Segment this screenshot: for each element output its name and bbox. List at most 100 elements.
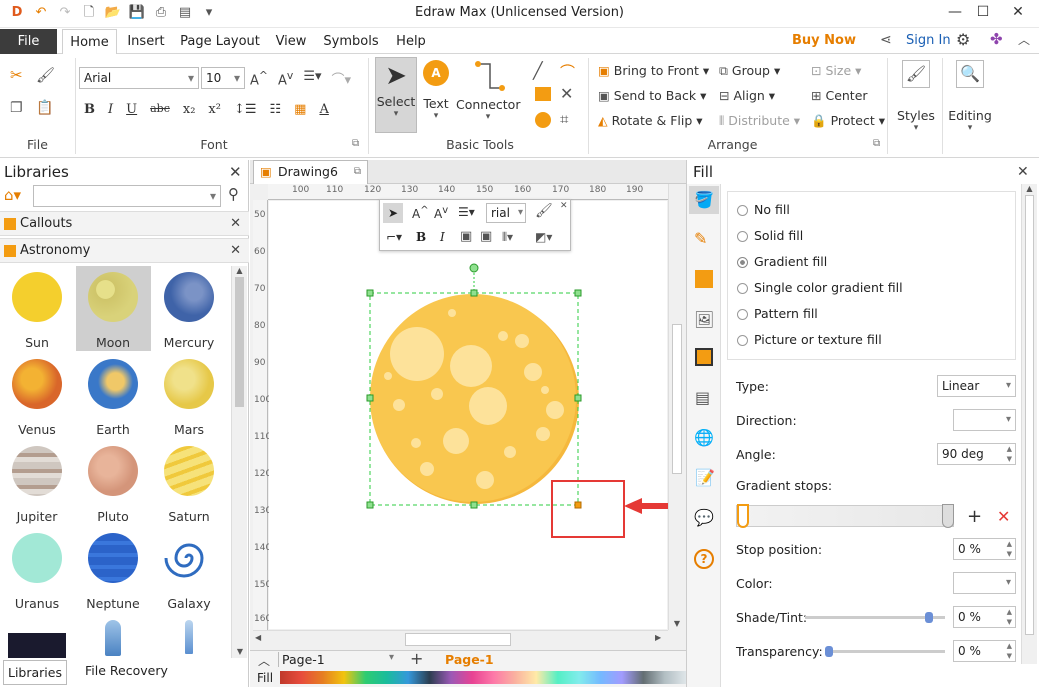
symbol-moon[interactable]: Moon (76, 272, 150, 350)
font-family-select[interactable]: Arial ▾ (79, 67, 199, 89)
stepper-arrows-icon[interactable]: ▲ ▼ (1007, 539, 1012, 559)
image-icon[interactable]: 🖼 (694, 310, 714, 329)
scrollbar-thumb[interactable] (235, 277, 244, 407)
shade-tint-stepper[interactable]: 0 % ▲ ▼ (953, 606, 1016, 628)
stepper-arrows-icon[interactable]: ▲ ▼ (1007, 607, 1012, 627)
shrink-font-icon[interactable]: Av (434, 205, 448, 221)
scroll-down-icon[interactable]: ▼ (669, 619, 685, 628)
slider-thumb[interactable] (825, 646, 833, 657)
canvas-vertical-scrollbar[interactable]: ▼ (668, 184, 685, 630)
symbol-mars[interactable]: Mars (152, 359, 226, 437)
resize-handle-s[interactable] (470, 501, 478, 509)
superscript-icon[interactable]: x² (208, 102, 221, 117)
bring-to-front-button[interactable]: ▣ Bring to Front ▾ (598, 63, 709, 78)
space-background-thumbnail[interactable] (8, 633, 66, 658)
gradient-stop-handle[interactable] (737, 504, 749, 528)
text-box-icon[interactable]: ▦ (294, 102, 306, 117)
send-to-back-button[interactable]: ▣ Send to Back ▾ (598, 88, 706, 103)
scroll-down-icon[interactable]: ▼ (232, 647, 248, 656)
connector-mini-icon[interactable]: ⌐▾ (386, 230, 402, 244)
italic-icon[interactable]: I (108, 102, 113, 117)
bold-icon[interactable]: B (416, 230, 426, 244)
tab-help[interactable]: Help (390, 29, 432, 54)
format-painter-icon[interactable]: 🖌 (36, 66, 55, 84)
crop-tool-icon[interactable]: ⌗ (560, 110, 568, 128)
scroll-up-icon[interactable]: ▲ (1022, 184, 1037, 193)
rocket-small-icon[interactable] (185, 620, 193, 654)
format-painter-icon[interactable]: 🖌 (535, 203, 553, 219)
transparency-slider[interactable] (825, 646, 945, 657)
category-row-astronomy[interactable]: Astronomy ✕ (0, 238, 249, 263)
grow-font-icon[interactable]: A^ (250, 69, 268, 88)
strikethrough-icon[interactable]: abc (150, 102, 170, 117)
distribute-icon[interactable]: ⫴▾ (502, 230, 513, 245)
type-select[interactable]: Linear ▾ (937, 375, 1016, 397)
scrollbar-thumb[interactable] (672, 324, 682, 474)
document-edit-icon[interactable]: 📝 (695, 468, 715, 487)
stepper-arrows-icon[interactable]: ▲ ▼ (1007, 641, 1012, 661)
slider-thumb[interactable] (925, 612, 933, 623)
style-mini-icon[interactable]: ◩▾ (535, 230, 552, 244)
color-palette[interactable] (280, 671, 686, 684)
page-select[interactable]: Page-1 ▾ (278, 652, 398, 667)
home-icon[interactable]: ⌂▾ (4, 186, 21, 204)
sign-in-link[interactable]: Sign In (906, 33, 951, 48)
symbol-neptune[interactable]: Neptune (76, 533, 150, 611)
fill-bucket-icon[interactable]: 🪣 (689, 186, 719, 214)
close-icon[interactable]: ✕ (1017, 164, 1029, 180)
resize-handle-sw[interactable] (366, 501, 374, 509)
symbol-earth[interactable]: Earth (76, 359, 150, 437)
option-no-fill[interactable]: No fill (737, 202, 790, 217)
gradient-stop-handle[interactable] (942, 504, 954, 528)
scroll-up-icon[interactable]: ▲ (232, 266, 247, 275)
font-family-mini-select[interactable]: rial ▾ (486, 203, 526, 223)
rectangle-tool-icon[interactable] (535, 87, 551, 101)
buy-now-link[interactable]: Buy Now (792, 33, 856, 48)
connector-tool-button[interactable]: Connector ▾ (456, 60, 520, 122)
option-solid-fill[interactable]: Solid fill (737, 228, 803, 243)
symbol-saturn[interactable]: Saturn (152, 446, 226, 524)
scrollbar-thumb[interactable] (1025, 195, 1034, 635)
shadow-square-icon[interactable] (695, 270, 713, 288)
document-tab[interactable]: ▣ Drawing6 ⧉ (253, 160, 368, 184)
tab-page-layout[interactable]: Page Layout (178, 29, 262, 54)
close-icon[interactable]: ✕ (230, 212, 241, 235)
arrange-dialog-launcher-icon[interactable]: ⧉ (873, 138, 880, 149)
tab-symbols[interactable]: Symbols (320, 29, 382, 54)
close-icon[interactable]: ⧉ (354, 161, 361, 183)
tab-view[interactable]: View (270, 29, 312, 54)
grow-font-icon[interactable]: A^ (412, 205, 429, 221)
file-recovery-tab[interactable]: File Recovery (85, 663, 168, 678)
page-tab[interactable]: Page-1 (445, 652, 494, 667)
gradient-stops-bar[interactable] (736, 504, 954, 528)
library-search-input[interactable]: ▾ (33, 185, 221, 207)
collapse-ribbon-icon[interactable]: ︿ (1018, 31, 1030, 48)
symbol-venus[interactable]: Venus (0, 359, 74, 437)
align-button[interactable]: ⊟ Align ▾ (719, 88, 775, 103)
resize-handle-nw[interactable] (366, 289, 374, 297)
stepper-arrows-icon[interactable]: ▲ ▼ (1007, 444, 1012, 464)
option-single-color-gradient[interactable]: Single color gradient fill (737, 280, 903, 295)
close-icon[interactable]: ✕ (230, 239, 241, 262)
group-button[interactable]: ⧉ Group ▾ (719, 63, 780, 79)
fill-panel-scrollbar[interactable]: ▲ (1021, 184, 1037, 664)
subscript-icon[interactable]: x₂ (183, 102, 196, 117)
bold-icon[interactable]: B (84, 102, 95, 117)
scrollbar-thumb[interactable] (405, 633, 511, 646)
scroll-left-icon[interactable]: ◀ (255, 633, 261, 642)
resize-handle-w[interactable] (366, 394, 374, 402)
symbol-uranus[interactable]: Uranus (0, 533, 74, 611)
rotate-flip-button[interactable]: ◭ Rotate & Flip ▾ (598, 113, 703, 128)
collapse-icon[interactable]: ︿ (258, 652, 270, 669)
rocket-icon[interactable] (105, 620, 121, 656)
underline-icon[interactable]: U (126, 102, 137, 117)
font-color-icon[interactable]: A (319, 102, 328, 117)
help-icon[interactable]: ? (694, 549, 714, 569)
color-picker[interactable]: ▾ (953, 572, 1016, 594)
close-icon[interactable]: ✕ (560, 201, 568, 211)
resize-handle-ne[interactable] (574, 289, 582, 297)
font-size-select[interactable]: 10 ▾ (201, 67, 245, 89)
close-button[interactable]: ✕ (998, 2, 1038, 24)
rotation-handle[interactable] (469, 263, 479, 273)
option-gradient-fill[interactable]: Gradient fill (737, 254, 827, 269)
